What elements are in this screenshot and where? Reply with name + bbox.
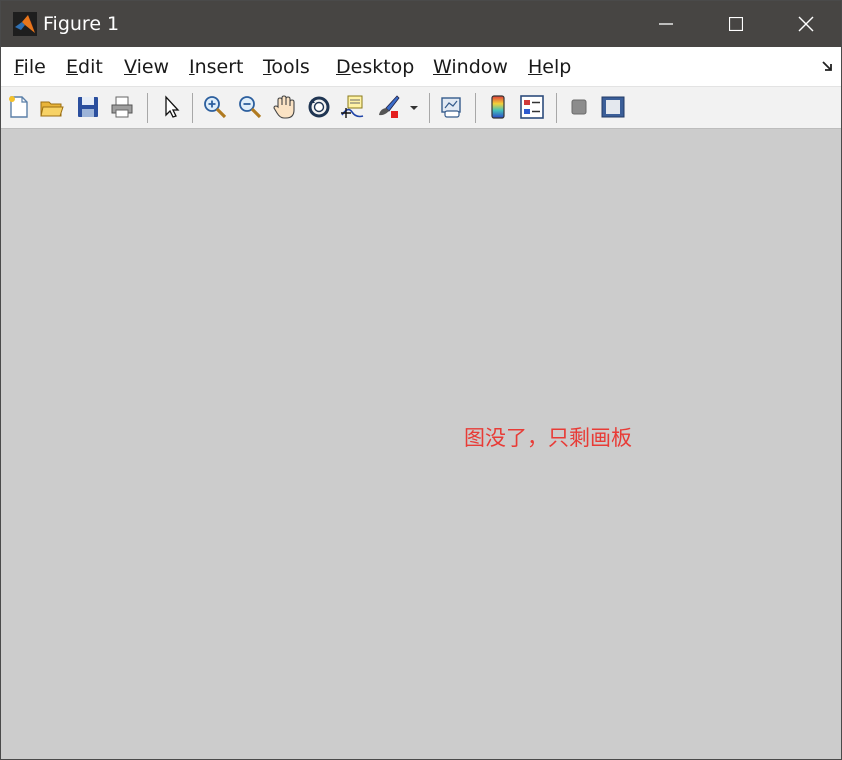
figure-toolbar	[1, 87, 841, 129]
menu-desktop-label: esktop	[350, 56, 415, 78]
edit-plot-arrow-icon[interactable]	[158, 94, 184, 120]
menu-desktop-mnemonic: D	[336, 56, 351, 78]
menu-window-mnemonic: W	[433, 56, 452, 78]
toolbar-separator	[429, 93, 430, 123]
toolbar-separator	[192, 93, 193, 123]
menu-tools-label: ools	[271, 56, 310, 78]
maximize-icon	[729, 17, 743, 31]
menu-bar: File Edit View Insert Tools Desktop Wind…	[1, 47, 841, 87]
matlab-logo-icon	[13, 12, 37, 36]
window-title: Figure 1	[43, 13, 120, 35]
close-icon	[798, 16, 814, 32]
canvas-annotation: 图没了，只剩画板	[464, 426, 632, 450]
menu-view-mnemonic: V	[124, 56, 137, 78]
menu-edit-mnemonic: E	[66, 56, 79, 78]
menu-help-mnemonic: H	[528, 56, 543, 78]
hide-plot-tools-icon[interactable]	[566, 94, 592, 120]
legend-icon[interactable]	[519, 94, 545, 120]
brush-dropdown-arrow-icon[interactable]	[410, 104, 418, 112]
maximize-button[interactable]	[701, 1, 771, 47]
menu-view[interactable]: View	[124, 56, 169, 78]
colorbar-icon[interactable]	[485, 94, 511, 120]
open-file-icon[interactable]	[39, 94, 65, 120]
menu-desktop[interactable]: Desktop	[336, 56, 414, 78]
minimize-button[interactable]	[631, 1, 701, 47]
toolbar-separator	[475, 93, 476, 123]
menu-window-label: indow	[451, 56, 508, 78]
rotate-3d-icon[interactable]	[306, 94, 332, 120]
menu-insert-label: nsert	[194, 56, 244, 78]
menu-help-label: elp	[542, 56, 572, 78]
zoom-out-icon[interactable]	[237, 94, 263, 120]
zoom-in-icon[interactable]	[202, 94, 228, 120]
minimize-icon	[659, 23, 673, 25]
print-icon[interactable]	[109, 94, 135, 120]
toolbar-separator	[147, 93, 148, 123]
menu-tools[interactable]: Tools	[263, 56, 310, 78]
figure-canvas[interactable]: 图没了，只剩画板	[1, 129, 841, 759]
menu-edit-label: dit	[78, 56, 103, 78]
menu-edit[interactable]: Edit	[66, 56, 103, 78]
save-icon[interactable]	[75, 94, 101, 120]
menu-file-label: ile	[23, 56, 46, 78]
menu-insert[interactable]: Insert	[189, 56, 244, 78]
menu-window[interactable]: Window	[433, 56, 508, 78]
new-figure-icon[interactable]	[6, 94, 32, 120]
menu-file[interactable]: File	[14, 56, 46, 78]
show-plot-tools-icon[interactable]	[600, 94, 626, 120]
pan-hand-icon[interactable]	[271, 94, 297, 120]
brush-icon[interactable]	[375, 94, 401, 120]
menubar-collapse-arrow-icon[interactable]	[821, 59, 835, 73]
close-button[interactable]	[771, 1, 841, 47]
link-plot-icon[interactable]	[439, 94, 465, 120]
data-cursor-icon[interactable]	[340, 94, 366, 120]
title-bar[interactable]: Figure 1	[1, 1, 841, 47]
menu-file-mnemonic: F	[14, 56, 24, 78]
menu-view-label: iew	[136, 56, 170, 78]
toolbar-separator	[556, 93, 557, 123]
menu-help[interactable]: Help	[528, 56, 571, 78]
figure-window: Figure 1 File Edit View Insert Tools Des…	[0, 0, 842, 760]
